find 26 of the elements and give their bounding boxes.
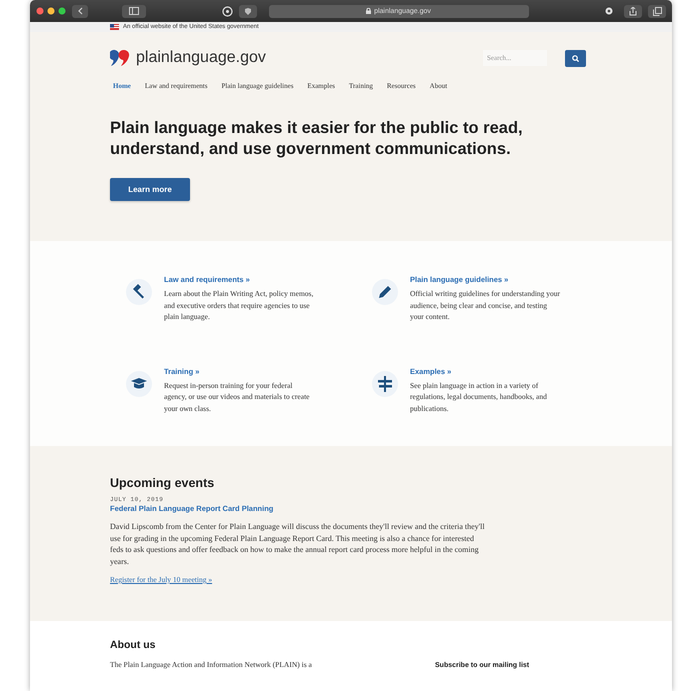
sidebar-button[interactable]	[122, 4, 146, 18]
shield-button[interactable]	[238, 4, 256, 18]
pencil-icon	[376, 283, 394, 301]
privacy-icon[interactable]	[222, 6, 232, 16]
section-heading: Upcoming events	[110, 476, 216, 490]
share-icon	[629, 6, 637, 16]
search-button[interactable]	[565, 50, 586, 66]
sidebar-icon	[129, 7, 139, 15]
share-button[interactable]	[624, 4, 642, 18]
section-heading: About us	[110, 639, 156, 651]
site-name[interactable]: plainlanguage.gov	[136, 49, 266, 67]
window-controls-icon[interactable]	[36, 7, 66, 15]
chevron-left-icon	[77, 7, 83, 15]
back-button[interactable]	[72, 4, 88, 18]
search-icon	[572, 54, 579, 62]
logo-icon[interactable]	[110, 49, 130, 67]
tabs-button[interactable]	[648, 4, 666, 18]
event-description: David Lipscomb from the Center for Plain Language will discuss the documents they'll review and the criteria they'll use for grading in the upcoming Federal Plain Language Report Card. This meeting is also a chance for interested feds to ask questions and offer feedback on how to make the annual report card process more helpful in the coming years.	[110, 521, 485, 567]
learn-more-button[interactable]: Learn more	[110, 178, 190, 201]
headline: Plain language makes it easier for the public to read, understand, and use government communications.	[110, 118, 524, 160]
settings-icon[interactable]	[604, 6, 614, 16]
signpost-icon	[376, 374, 394, 392]
lock-icon	[366, 8, 372, 14]
shield-icon	[244, 8, 250, 14]
flag-icon	[110, 24, 119, 30]
tabs-icon	[652, 6, 662, 16]
